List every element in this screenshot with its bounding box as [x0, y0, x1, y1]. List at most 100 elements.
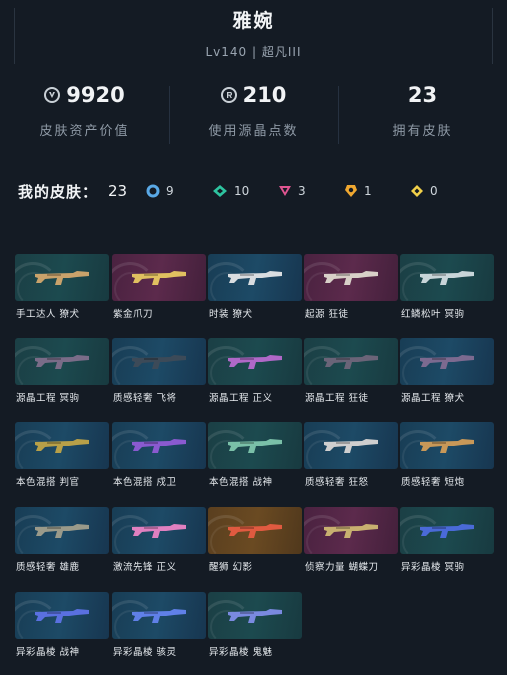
skin-thumbnail [400, 338, 494, 385]
skin-card[interactable]: 质感轻奢 飞将 [112, 338, 206, 406]
stat-value: 23 [407, 83, 438, 107]
skin-card[interactable]: 侦察力量 蝴蝶刀 [304, 507, 398, 575]
skin-card[interactable]: 紫金爪刀 [112, 254, 206, 322]
skin-card[interactable]: 本色混搭 戍卫 [112, 422, 206, 490]
skin-card[interactable]: 本色混搭 判官 [15, 422, 109, 490]
skin-card[interactable]: 源晶工程 獠犬 [400, 338, 494, 406]
tier-count: 10 [234, 184, 250, 198]
weapon-icon [324, 439, 378, 453]
tier-count: 3 [298, 184, 306, 198]
skin-thumbnail [400, 422, 494, 469]
skin-card[interactable]: 质感轻奢 狂怒 [304, 422, 398, 490]
skin-thumbnail [304, 422, 398, 469]
tier-premium: 3 [278, 184, 344, 198]
skin-thumbnail [15, 592, 109, 639]
my-skins-total: 23 [108, 182, 128, 200]
skin-thumbnail [208, 507, 302, 554]
skin-name: 起源 狂徒 [305, 309, 349, 320]
weapon-icon [324, 355, 378, 369]
exclusive-tier-icon [345, 185, 358, 197]
skin-name: 异彩晶棱 鬼魅 [209, 647, 273, 658]
skin-thumbnail [304, 254, 398, 301]
skin-name: 源晶工程 冥驹 [16, 393, 80, 404]
skin-name: 醒狮 幻影 [209, 562, 253, 573]
weapon-icon [35, 524, 89, 538]
skin-card[interactable]: 异彩晶棱 骇灵 [112, 592, 206, 660]
weapon-icon [324, 524, 378, 538]
stat-owned-skins: 23 拥有皮肤 [338, 82, 507, 152]
skin-name: 质感轻奢 短炮 [401, 477, 465, 488]
skin-thumbnail [112, 254, 206, 301]
premium-tier-icon [279, 186, 292, 196]
weapon-icon [324, 271, 378, 285]
tier-exclusive: 1 [344, 184, 410, 198]
weapon-icon [132, 355, 186, 369]
weapon-icon [228, 271, 282, 285]
stat-label: 皮肤资产价值 [39, 124, 130, 139]
skin-name: 手工达人 獠犬 [16, 309, 80, 320]
skin-card[interactable]: 异彩晶棱 战神 [15, 592, 109, 660]
skin-thumbnail [208, 338, 302, 385]
left-decoration [14, 8, 17, 64]
skin-thumbnail [304, 507, 398, 554]
skin-card[interactable]: 激流先锋 正义 [112, 507, 206, 575]
tier-count: 0 [430, 184, 438, 198]
radianite-icon [220, 87, 237, 103]
player-level-rank: Lv140 | 超凡III [205, 45, 302, 59]
skin-name: 时装 獠犬 [209, 309, 253, 320]
skin-card[interactable]: 源晶工程 狂徒 [304, 338, 398, 406]
tier-ultra: 0 [410, 184, 476, 198]
skin-name: 源晶工程 狂徒 [305, 393, 369, 404]
skin-card[interactable]: 异彩晶棱 冥驹 [400, 507, 494, 575]
skin-thumbnail [400, 507, 494, 554]
right-decoration [490, 8, 493, 64]
weapon-icon [35, 439, 89, 453]
weapon-icon [420, 355, 474, 369]
skin-thumbnail [112, 592, 206, 639]
skin-name: 侦察力量 蝴蝶刀 [305, 562, 379, 573]
my-skins-label: 我的皮肤： [18, 182, 99, 201]
tier-count: 9 [166, 184, 174, 198]
skin-thumbnail [112, 422, 206, 469]
stat-skin-value: 9920 皮肤资产价值 [0, 82, 169, 152]
skin-card[interactable]: 本色混搭 战神 [208, 422, 302, 490]
skin-thumbnail [15, 422, 109, 469]
weapon-icon [420, 439, 474, 453]
skin-card[interactable]: 手工达人 獠犬 [15, 254, 109, 322]
skin-card[interactable]: 醒狮 幻影 [208, 507, 302, 575]
tier-deluxe: 10 [212, 184, 278, 198]
weapon-icon [420, 271, 474, 285]
weapon-icon [228, 439, 282, 453]
skin-thumbnail [112, 507, 206, 554]
weapon-icon [35, 271, 89, 285]
skin-card[interactable]: 起源 狂徒 [304, 254, 398, 322]
skin-name: 本色混搭 判官 [16, 477, 80, 488]
skin-card[interactable]: 红鳞松叶 冥驹 [400, 254, 494, 322]
skin-card[interactable]: 质感轻奢 短炮 [400, 422, 494, 490]
skin-card[interactable]: 时装 獠犬 [208, 254, 302, 322]
skin-thumbnail [15, 338, 109, 385]
stat-value: 9920 [66, 83, 125, 107]
select-tier-icon [146, 184, 160, 198]
ultra-tier-icon [411, 185, 424, 197]
stat-label: 拥有皮肤 [392, 124, 453, 139]
stat-value: 210 [242, 83, 287, 107]
weapon-icon [228, 524, 282, 538]
skin-card[interactable]: 源晶工程 冥驹 [15, 338, 109, 406]
weapon-icon [228, 609, 282, 623]
skin-summary: 我的皮肤： 23 9 10 3 1 0 [18, 180, 507, 202]
skin-name: 质感轻奢 雄鹿 [16, 562, 80, 573]
skin-card[interactable]: 异彩晶棱 鬼魅 [208, 592, 302, 660]
player-name: 雅婉 [232, 10, 275, 32]
tier-select: 9 [146, 184, 212, 198]
weapon-icon [132, 271, 186, 285]
skin-card[interactable]: 质感轻奢 雄鹿 [15, 507, 109, 575]
valorant-points-icon [44, 87, 61, 103]
skin-thumbnail [15, 507, 109, 554]
weapon-icon [132, 439, 186, 453]
skin-card[interactable]: 源晶工程 正义 [208, 338, 302, 406]
skin-name: 紫金爪刀 [113, 309, 154, 320]
stats-row: 9920 皮肤资产价值 210 使用源晶点数 23 拥有皮肤 [0, 82, 507, 152]
skin-thumbnail [208, 254, 302, 301]
stat-radianite: 210 使用源晶点数 [169, 82, 338, 152]
